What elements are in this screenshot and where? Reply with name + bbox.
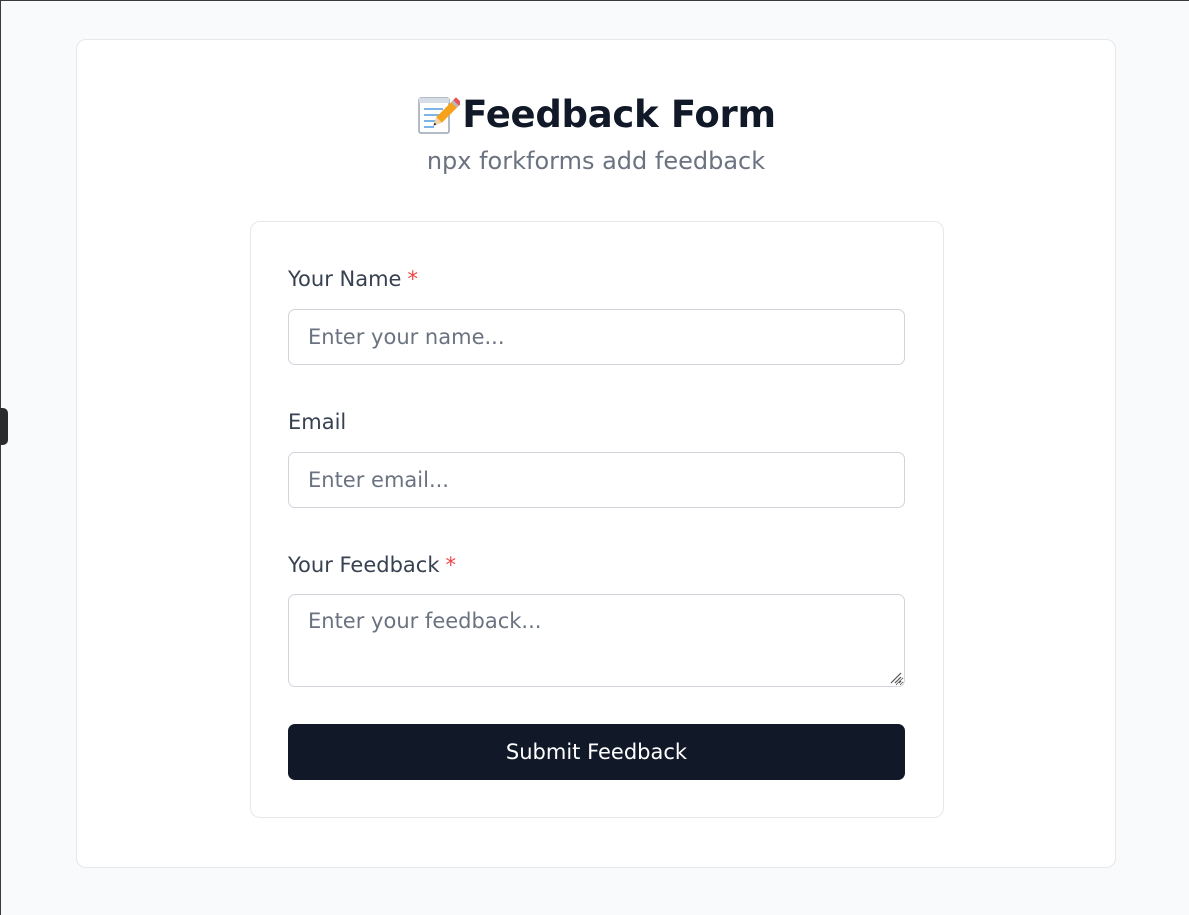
feedback-label-text: Your Feedback bbox=[288, 553, 440, 577]
page-card: Feedback Form npx forkforms add feedback… bbox=[76, 39, 1116, 868]
page-title-text: Feedback Form bbox=[462, 93, 776, 136]
page-title: Feedback Form bbox=[416, 92, 776, 138]
name-input[interactable] bbox=[288, 309, 905, 365]
feedback-field-label: Your Feedback * bbox=[288, 551, 456, 579]
memo-pencil-icon bbox=[416, 93, 462, 137]
page-subtitle: npx forkforms add feedback bbox=[426, 147, 766, 175]
name-field-label: Your Name * bbox=[288, 265, 418, 293]
required-marker: * bbox=[407, 267, 418, 291]
form-header: Feedback Form npx forkforms add feedback bbox=[77, 92, 1115, 177]
submit-feedback-button[interactable]: Submit Feedback bbox=[288, 724, 905, 780]
required-marker: * bbox=[445, 553, 457, 577]
email-label-text: Email bbox=[288, 410, 347, 434]
email-input[interactable] bbox=[288, 452, 905, 508]
email-field-label: Email bbox=[288, 408, 346, 436]
name-label-text: Your Name bbox=[288, 267, 402, 291]
feedback-form: Your Name* Email Your Feedback* Submit F… bbox=[250, 221, 944, 818]
feedback-textarea[interactable] bbox=[288, 594, 905, 687]
side-panel-handle[interactable] bbox=[0, 408, 8, 445]
